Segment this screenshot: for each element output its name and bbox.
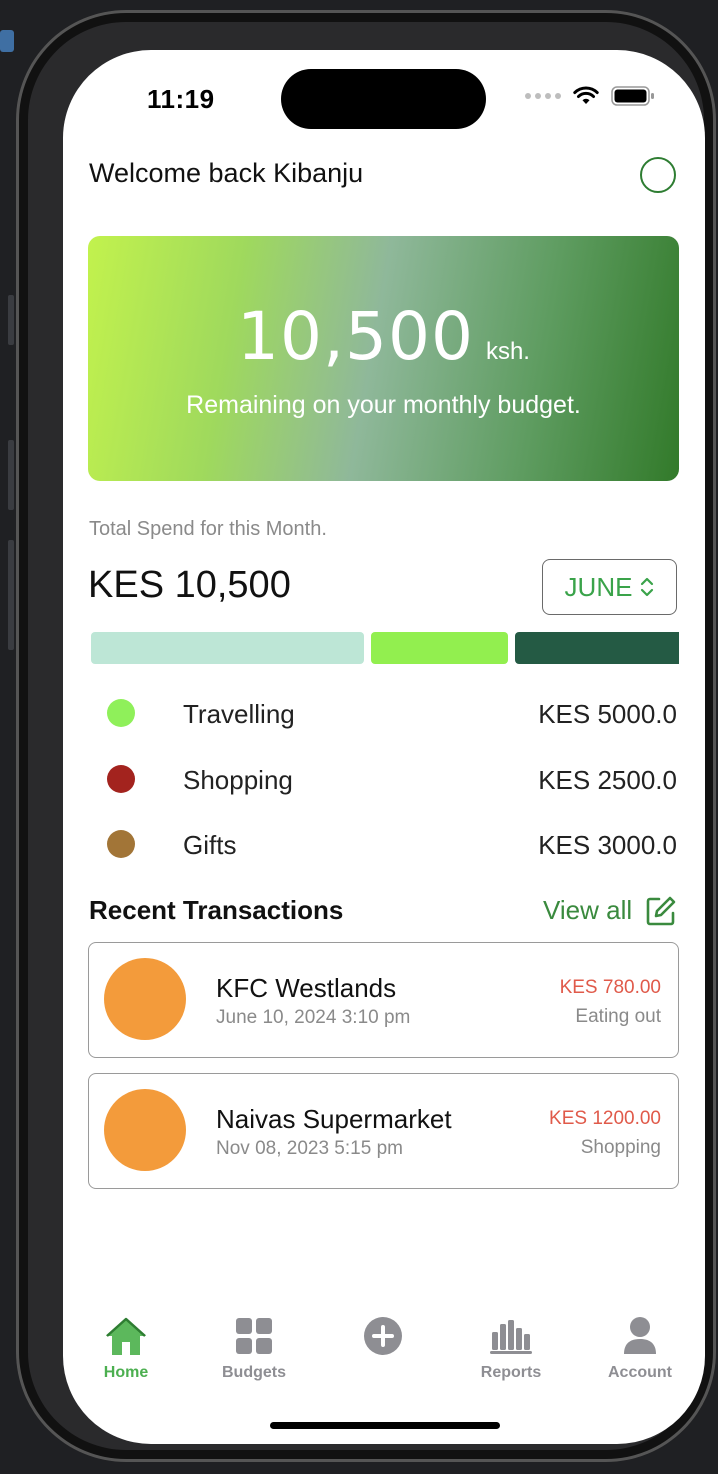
category-name: Shopping [183,765,293,795]
editor-gutter-mark [8,295,14,345]
status-time: 11:19 [147,84,215,114]
category-amount: KES 2500.0 [538,765,677,795]
view-all-link[interactable]: View all [543,895,632,926]
month-label: JUNE [564,571,633,602]
edit-icon[interactable] [645,895,677,927]
tab-label: Account [608,1364,672,1381]
category-dot [107,830,135,858]
spend-label: Total Spend for this Month. [89,518,327,540]
transaction-name: Naivas Supermarket [216,1104,452,1134]
home-indicator [270,1422,500,1429]
remaining-amount: 10,500 [237,298,474,375]
transaction-category: Eating out [575,1006,661,1027]
editor-gutter-mark [8,440,14,510]
transaction-amount: KES 780.00 [559,977,661,998]
tab-label: Reports [480,1364,542,1381]
category-row: Travelling KES 5000.0 [63,693,705,733]
merchant-avatar [104,958,186,1040]
category-row: Gifts KES 3000.0 [63,824,705,864]
tab-account[interactable]: Account [580,1312,700,1382]
category-amount: KES 3000.0 [538,830,677,860]
transaction-date: Nov 08, 2023 5:15 pm [216,1138,403,1159]
signal-icon [525,93,561,99]
category-name: Travelling [183,699,295,729]
category-dot [107,765,135,793]
remaining-subtitle: Remaining on your monthly budget. [186,391,581,419]
budget-hero-card: 10,500 ksh. Remaining on your monthly bud… [88,236,679,481]
spend-bar-segment [371,632,508,664]
spend-total: KES 10,500 [88,564,291,606]
recent-transactions-title: Recent Transactions [89,895,344,925]
app-screen: 11:19 Welcome back Kibanju 10,500 ksh. Re… [63,50,705,1444]
tab-label: Budgets [222,1364,286,1381]
editor-tab-icon [0,30,14,52]
plus-circle-icon [364,1317,402,1355]
merchant-avatar [104,1089,186,1171]
user-icon [624,1317,656,1354]
remaining-unit: ksh. [485,338,530,365]
transaction-date: June 10, 2024 3:10 pm [216,1007,411,1028]
tab-bar: Home Budgets Reports Account [63,1312,705,1392]
wifi-icon [573,86,599,104]
battery-icon [611,86,654,106]
tab-reports[interactable]: Reports [451,1312,571,1382]
bar-chart-icon [490,1320,532,1354]
home-icon [106,1317,146,1355]
transaction-name: KFC Westlands [216,973,397,1003]
transaction-card[interactable]: Naivas Supermarket Nov 08, 2023 5:15 pm KE… [88,1073,679,1189]
spend-bar-segment [515,632,679,664]
category-row: Shopping KES 2500.0 [63,759,705,799]
transaction-amount: KES 1200.00 [549,1108,661,1129]
chevron-up-down-icon [641,577,654,597]
category-amount: KES 5000.0 [538,699,677,729]
transaction-category: Shopping [580,1137,661,1158]
profile-icon[interactable] [640,157,676,193]
tab-home[interactable]: Home [66,1312,186,1382]
editor-gutter-mark [8,540,14,650]
category-name: Gifts [183,830,237,860]
category-dot [107,699,135,727]
tab-add[interactable] [323,1312,443,1364]
transaction-card[interactable]: KFC Westlands June 10, 2024 3:10 pm KES 78… [88,942,679,1058]
tab-budgets[interactable]: Budgets [194,1312,314,1382]
tab-label: Home [103,1364,149,1381]
status-icons [525,86,655,106]
month-selector[interactable]: JUNE [542,559,677,615]
phone-frame: 11:19 Welcome back Kibanju 10,500 ksh. Re… [16,10,716,1462]
dynamic-island [281,69,486,129]
grid-icon [236,1318,272,1354]
welcome-text: Welcome back Kibanju [89,158,364,188]
spend-bar-segment [91,632,364,664]
